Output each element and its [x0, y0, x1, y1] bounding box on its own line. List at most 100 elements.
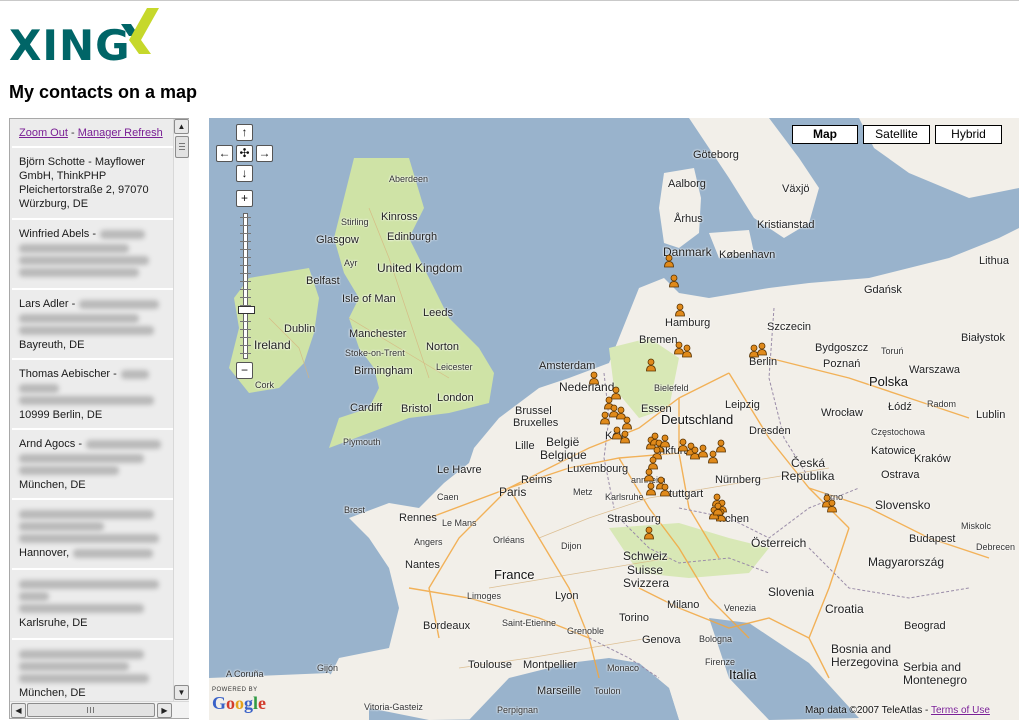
horizontal-scrollbar[interactable]: ◀ ▶ — [10, 701, 189, 718]
blurred-text — [19, 326, 154, 335]
top-border — [0, 0, 1019, 1]
contact-marker-icon[interactable] — [599, 411, 611, 425]
contact-marker-icon[interactable] — [659, 434, 671, 448]
city-label-a-coruna: A Coruña — [226, 669, 264, 679]
city-label-nederland: Nederland — [559, 380, 615, 394]
city-label-osterreich: Österreich — [751, 536, 807, 550]
city-label-budapest: Budapest — [909, 533, 956, 545]
contact-sidebar: Zoom Out - Manager Refresh Björn Schotte… — [9, 118, 189, 719]
zoom-tick — [240, 329, 251, 330]
zoom-tick — [240, 353, 251, 354]
contact-marker-icon[interactable] — [663, 254, 675, 268]
zoom-tick — [240, 345, 251, 346]
zoom-tick — [240, 265, 251, 266]
city-label-deutschland: Deutschland — [661, 412, 734, 427]
zoom-slider-handle[interactable] — [238, 306, 255, 314]
blurred-text — [19, 592, 49, 601]
city-label-poznan: Poznań — [823, 358, 861, 370]
blurred-text — [19, 662, 129, 671]
scroll-up-arrow-icon[interactable]: ▲ — [174, 119, 189, 134]
contact-marker-icon[interactable] — [645, 358, 657, 372]
city-label-belgie: België — [546, 435, 580, 449]
contact-name: Winfried Abels - — [19, 228, 97, 240]
list-item[interactable]: München, DE — [12, 638, 173, 701]
city-label-katowice: Katowice — [871, 445, 916, 457]
list-item[interactable]: Björn Schotte - Mayflower GmbH, ThinkPHP… — [12, 146, 173, 218]
zoom-out-link[interactable]: Zoom Out — [19, 127, 68, 139]
city-label-beograd: Beograd — [904, 620, 946, 632]
list-item[interactable]: Winfried Abels - — [12, 218, 173, 288]
pan-left-arrow-icon[interactable]: ← — [216, 145, 233, 162]
city-label-manchester: Manchester — [349, 328, 407, 340]
city-label-marseille: Marseille — [537, 685, 582, 697]
contact-marker-icon[interactable] — [756, 342, 768, 356]
contact-name: Lars Adler - — [19, 298, 76, 310]
scroll-thumb[interactable] — [175, 136, 189, 158]
xing-logo[interactable]: XING — [9, 6, 169, 70]
contact-address: Pleichertorstraße 2, 97070 — [19, 184, 149, 196]
map-type-hybrid-button[interactable]: Hybrid — [935, 125, 1002, 144]
contact-location: München, DE — [19, 687, 86, 699]
city-label-montpellier: Montpellier — [523, 659, 577, 671]
logo-wordmark: XING — [9, 21, 131, 70]
contact-marker-icon[interactable] — [588, 371, 600, 385]
contact-marker-icon[interactable] — [668, 274, 680, 288]
map-type-map-button[interactable]: Map — [792, 125, 858, 144]
terms-of-use-link[interactable]: Terms of Use — [931, 705, 990, 716]
contact-marker-icon[interactable] — [707, 450, 719, 464]
contact-marker-icon[interactable] — [826, 499, 838, 513]
scroll-down-arrow-icon[interactable]: ▼ — [174, 685, 189, 700]
powered-by-google[interactable]: POWERED BY Google — [212, 687, 274, 717]
contact-marker-icon[interactable] — [619, 430, 631, 444]
contact-name: Arnd Agocs - — [19, 438, 82, 450]
city-label-suisse: Suisse — [627, 563, 664, 577]
zoom-out-button[interactable]: − — [236, 362, 253, 379]
list-item[interactable]: Karlsruhe, DE — [12, 568, 173, 638]
list-item[interactable]: Arnd Agocs - München, DE — [12, 428, 173, 498]
contact-marker-icon[interactable] — [643, 468, 655, 482]
vertical-scrollbar[interactable]: ▲ ▼ — [173, 119, 189, 701]
city-label-leeds: Leeds — [423, 307, 453, 319]
pan-right-arrow-icon[interactable]: → — [256, 145, 273, 162]
blurred-text — [19, 522, 104, 531]
contact-name-row: Arnd Agocs - — [19, 437, 173, 451]
city-label-croatia: Croatia — [825, 602, 864, 616]
contact-marker-icon[interactable] — [659, 483, 671, 497]
zoom-tick — [240, 281, 251, 282]
contact-name-row: Winfried Abels - — [19, 227, 173, 241]
city-label-saint-etienne: Saint-Etienne — [502, 618, 557, 628]
city-label-norton: Norton — [426, 341, 460, 353]
contact-marker-icon[interactable] — [643, 526, 655, 540]
contact-marker-icon[interactable] — [674, 303, 686, 317]
contact-marker-icon[interactable] — [681, 344, 693, 358]
city-label-kobenhavn: København — [719, 249, 776, 261]
city-label-karlsruhe: Karlsruhe — [605, 492, 644, 502]
pan-down-arrow-icon[interactable]: ↓ — [236, 165, 253, 182]
city-label-monaco: Monaco — [607, 663, 640, 673]
contact-location: 10999 Berlin, DE — [19, 409, 103, 421]
zoom-in-button[interactable]: + — [236, 190, 253, 207]
google-logo: Google — [212, 693, 267, 713]
city-label-hamburg: Hamburg — [665, 317, 711, 329]
google-map[interactable]: Map Satellite Hybrid ↑ ← ✣ → ↓ + − Göteb… — [209, 118, 1019, 720]
city-label-rennes: Rennes — [399, 512, 437, 524]
blurred-text — [19, 466, 119, 475]
scroll-left-arrow-icon[interactable]: ◀ — [11, 703, 26, 718]
zoom-tick — [240, 337, 251, 338]
map-type-satellite-button[interactable]: Satellite — [863, 125, 930, 144]
city-label-isle-of-man: Isle of Man — [342, 293, 396, 305]
city-label-edinburgh: Edinburgh — [387, 231, 438, 243]
pan-center-icon[interactable]: ✣ — [236, 145, 253, 162]
contact-marker-icon[interactable] — [712, 502, 724, 516]
list-item[interactable]: Lars Adler - Bayreuth, DE — [12, 288, 173, 358]
manager-refresh-link[interactable]: Manager Refresh — [78, 127, 163, 139]
scroll-thumb[interactable] — [27, 703, 155, 717]
list-item[interactable]: Thomas Aebischer - 10999 Berlin, DE — [12, 358, 173, 428]
scroll-right-arrow-icon[interactable]: ▶ — [157, 703, 172, 718]
list-item[interactable]: Hannover, — [12, 498, 173, 568]
zoom-slider[interactable] — [238, 213, 255, 359]
city-label-vitoria: Vitoria-Gasteiz — [364, 702, 423, 712]
pan-up-arrow-icon[interactable]: ↑ — [236, 124, 253, 141]
city-label-plymouth: Plymouth — [343, 437, 381, 447]
contact-marker-icon[interactable] — [645, 482, 657, 496]
